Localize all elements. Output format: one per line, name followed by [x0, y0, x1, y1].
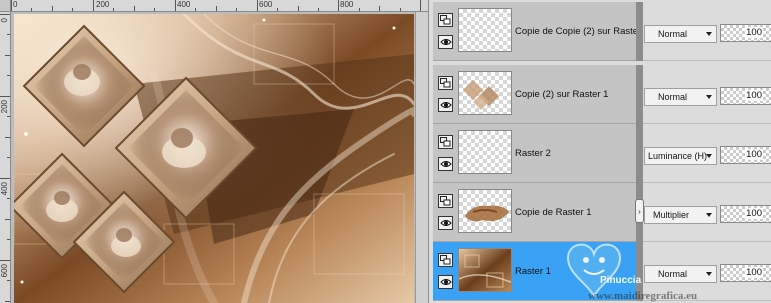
watermark-site: www.maidiregrafica.eu: [588, 290, 698, 302]
opacity-value: 100: [745, 208, 763, 219]
eye-icon[interactable]: [438, 98, 453, 112]
layer-thumbnail[interactable]: [458, 189, 512, 233]
opacity-field[interactable]: 100: [720, 24, 771, 42]
layer-main[interactable]: Raster 2: [433, 124, 636, 183]
eye-icon[interactable]: [438, 35, 453, 49]
blend-mode-value: Multiplier: [653, 210, 690, 220]
layer-name[interactable]: Raster 1: [515, 242, 551, 301]
ruler-ticks: [11, 0, 421, 11]
opacity-value: 100: [745, 149, 763, 160]
opacity-field[interactable]: 100: [720, 87, 771, 105]
chevron-right-icon[interactable]: ›: [635, 199, 644, 223]
blend-mode-value: Normal: [658, 92, 688, 102]
vertical-scrollbar[interactable]: [415, 12, 428, 303]
layer-row[interactable]: Copie de Raster 1 Multiplier 100: [429, 183, 771, 242]
layer-row[interactable]: Raster 2 Luminance (H) 100: [429, 124, 771, 183]
ruler-ticks: [0, 14, 10, 302]
opacity-value: 100: [745, 267, 763, 278]
opacity-value: 100: [745, 90, 763, 101]
layer-name[interactable]: Raster 2: [515, 124, 551, 183]
blend-mode-value: Normal: [658, 29, 688, 39]
blend-mode-dropdown[interactable]: Multiplier: [644, 206, 717, 224]
chevron-down-icon: [706, 154, 712, 158]
watermark-name: Pinuccia: [600, 275, 642, 286]
canvas-area: 0 200 400 600 800 0 200 400 600: [0, 0, 428, 303]
layer-link-icon[interactable]: [438, 76, 453, 90]
layer-row[interactable]: Copie de Copie (2) sur Raster 1 Normal 1…: [429, 2, 771, 61]
canvas-image[interactable]: [14, 14, 414, 303]
layer-name[interactable]: Copie de Raster 1: [515, 183, 592, 242]
layer-thumbnail[interactable]: [458, 130, 512, 174]
layer-main[interactable]: Copie de Raster 1: [433, 183, 636, 242]
layer-name[interactable]: Copie de Copie (2) sur Raster 1: [515, 2, 649, 61]
ruler-corner[interactable]: [0, 0, 11, 12]
blend-mode-value: Normal: [658, 269, 688, 279]
layer-link-icon[interactable]: [438, 13, 453, 27]
chevron-down-icon: [706, 213, 712, 217]
blend-mode-dropdown[interactable]: Normal: [644, 265, 717, 283]
layer-link-icon[interactable]: [438, 135, 453, 149]
blend-mode-dropdown[interactable]: Normal: [644, 25, 717, 43]
chevron-down-icon: [706, 272, 712, 276]
eye-icon[interactable]: [438, 275, 453, 289]
blend-mode-value: Luminance (H): [648, 151, 708, 161]
layer-thumbnail[interactable]: [458, 248, 512, 292]
panel-splitter[interactable]: [636, 2, 643, 61]
chevron-down-icon: [706, 95, 712, 99]
eye-icon[interactable]: [438, 157, 453, 171]
layer-name[interactable]: Copie (2) sur Raster 1: [515, 65, 608, 124]
layer-properties: Luminance (H) 100: [643, 124, 771, 183]
paint-shop-window: 0 200 400 600 800 0 200 400 600 Copie de…: [0, 0, 771, 303]
panel-splitter[interactable]: [636, 65, 643, 124]
chevron-down-icon: [706, 32, 712, 36]
layer-properties: Normal 100: [643, 65, 771, 124]
layer-main[interactable]: Copie (2) sur Raster 1: [433, 65, 636, 124]
opacity-field[interactable]: 100: [720, 264, 771, 282]
layer-link-icon[interactable]: [438, 194, 453, 208]
panel-splitter[interactable]: [636, 124, 643, 183]
layers-panel: Copie de Copie (2) sur Raster 1 Normal 1…: [428, 0, 771, 303]
ruler-left[interactable]: 0 200 400 600: [0, 12, 11, 303]
layer-properties: Normal 100: [643, 2, 771, 61]
blend-mode-dropdown[interactable]: Normal: [644, 88, 717, 106]
layer-thumbnail[interactable]: [458, 71, 512, 115]
layer-row[interactable]: Copie (2) sur Raster 1 Normal 100: [429, 65, 771, 124]
layer-main[interactable]: Copie de Copie (2) sur Raster 1: [433, 2, 649, 61]
blend-mode-dropdown[interactable]: Luminance (H): [644, 147, 717, 165]
opacity-field[interactable]: 100: [720, 146, 771, 164]
layer-link-icon[interactable]: [438, 253, 453, 267]
opacity-field[interactable]: 100: [720, 205, 771, 223]
eye-icon[interactable]: [438, 216, 453, 230]
layer-properties: Multiplier 100: [643, 183, 771, 242]
artwork: [14, 14, 414, 303]
opacity-value: 100: [745, 27, 763, 38]
layer-thumbnail[interactable]: [458, 8, 512, 52]
ruler-top[interactable]: 0 200 400 600 800: [11, 0, 428, 12]
